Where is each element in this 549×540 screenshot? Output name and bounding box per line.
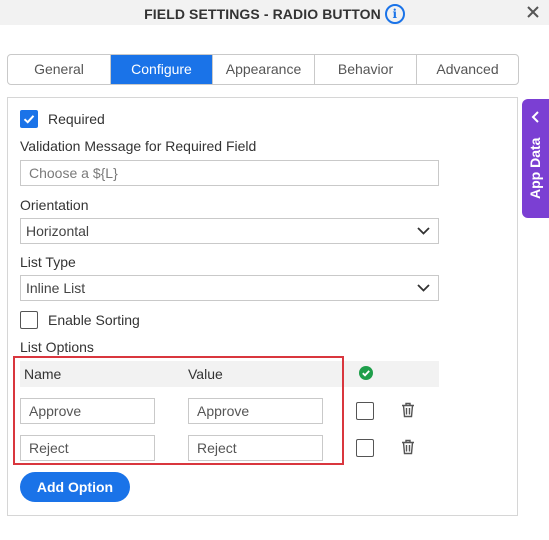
dialog-header: FIELD SETTINGS - RADIO BUTTON i (0, 0, 549, 25)
info-icon[interactable]: i (384, 4, 405, 24)
checkmark-icon (23, 115, 35, 124)
add-option-button[interactable]: Add Option (20, 472, 130, 502)
list-type-select[interactable]: Inline List (20, 275, 439, 301)
enable-sorting-label: Enable Sorting (48, 312, 140, 328)
dialog-title: FIELD SETTINGS - RADIO BUTTON (144, 6, 381, 22)
chevron-down-icon (417, 227, 430, 235)
required-checkbox[interactable] (20, 110, 38, 128)
tab-behavior[interactable]: Behavior (315, 55, 417, 84)
list-options-label: List Options (20, 339, 94, 355)
tab-configure[interactable]: Configure (111, 55, 213, 84)
tab-appearance[interactable]: Appearance (213, 55, 315, 84)
chevron-down-icon (417, 284, 430, 292)
option-default-checkbox[interactable] (356, 439, 374, 457)
trash-icon[interactable] (401, 402, 415, 418)
dialog-title-wrap: FIELD SETTINGS - RADIO BUTTON i (0, 4, 549, 24)
enable-sorting-checkbox[interactable] (20, 311, 38, 329)
required-label: Required (48, 111, 105, 127)
validation-message-label: Validation Message for Required Field (20, 138, 257, 154)
orientation-value: Horizontal (26, 223, 90, 239)
list-options-highlight (13, 356, 344, 465)
orientation-label: Orientation (20, 197, 89, 213)
list-type-value: Inline List (26, 280, 86, 296)
app-data-label: App Data (527, 137, 543, 199)
orientation-select[interactable]: Horizontal (20, 218, 439, 244)
trash-icon[interactable] (401, 439, 415, 455)
tab-advanced[interactable]: Advanced (417, 55, 518, 84)
app-data-tab[interactable]: App Data (522, 99, 549, 218)
option-default-checkbox[interactable] (356, 402, 374, 420)
close-icon[interactable] (525, 4, 541, 20)
list-type-label: List Type (20, 254, 76, 270)
tab-general[interactable]: General (8, 55, 111, 84)
default-check-icon (359, 366, 373, 380)
validation-message-input[interactable] (20, 160, 439, 186)
tab-bar: General Configure Appearance Behavior Ad… (7, 54, 519, 85)
